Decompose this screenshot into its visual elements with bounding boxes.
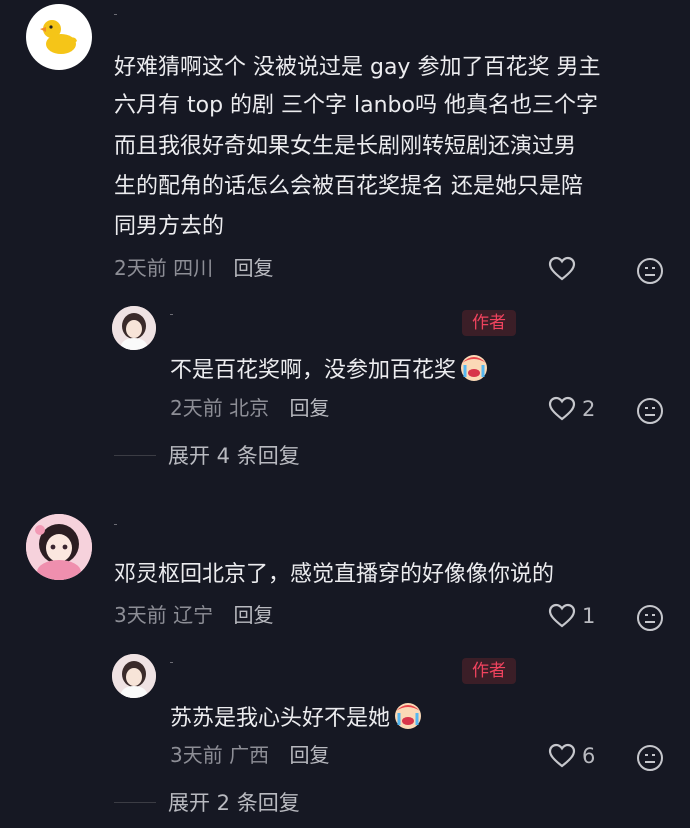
like-button[interactable]: 2: [548, 396, 595, 422]
heart-icon: [548, 743, 576, 768]
expand-replies-label: 展开 4 条回复: [168, 444, 300, 468]
dislike-icon[interactable]: [636, 257, 664, 285]
comment-text-line: 邓灵枢回北京了，感觉直播穿的好像像你说的: [114, 562, 555, 587]
heart-icon: [548, 396, 576, 421]
dislike-icon[interactable]: [636, 604, 664, 632]
comment-text-line: 同男方去的: [114, 214, 225, 239]
anime-girl-icon: [26, 514, 92, 580]
expand-replies-button[interactable]: 展开 2 条回复: [114, 787, 300, 817]
like-count: 2: [582, 397, 596, 421]
expand-line: [114, 801, 156, 803]
like-count: 6: [582, 744, 596, 768]
reply-meta: 3天前 广西 回复: [170, 741, 329, 769]
like-button[interactable]: 6: [548, 743, 595, 769]
girl-avatar-icon: [112, 654, 156, 698]
heart-icon: [548, 603, 576, 628]
avatar[interactable]: [26, 514, 92, 580]
comment-text-line: 好难猜啊这个 没被说过是 gay 参加了百花奖 男主: [114, 55, 601, 80]
expand-replies-label: 展开 2 条回复: [168, 791, 300, 815]
heart-icon: [548, 256, 576, 281]
divider-dot: [114, 524, 117, 525]
comment-location: 四川: [173, 256, 214, 280]
reply-text: 苏苏是我心头好不是她: [170, 699, 424, 735]
divider-dot: [170, 314, 173, 315]
crying-face-icon: [461, 355, 488, 381]
comment-meta: 2天前 四川 回复: [114, 254, 273, 282]
expand-replies-button[interactable]: 展开 4 条回复: [114, 440, 300, 470]
comment-time: 3天前: [114, 603, 167, 627]
divider-dot: [170, 662, 173, 663]
reply-location: 北京: [229, 396, 270, 420]
divider-dot: [114, 14, 117, 15]
reply-meta: 2天前 北京 回复: [170, 394, 329, 422]
like-button[interactable]: 1: [548, 603, 595, 629]
reply-button[interactable]: 回复: [233, 256, 273, 280]
reply-location: 广西: [229, 743, 270, 767]
dislike-icon[interactable]: [636, 397, 664, 425]
comment-text-line: 生的配角的话怎么会被百花奖提名 还是她只是陪: [114, 174, 583, 199]
reply-text: 不是百花奖啊，没参加百花奖: [170, 351, 490, 387]
reply-button[interactable]: 回复: [289, 396, 329, 420]
author-tag: 作者: [462, 310, 516, 336]
comment-time: 2天前: [114, 256, 167, 280]
avatar[interactable]: [112, 654, 156, 698]
author-tag: 作者: [462, 658, 516, 684]
like-button[interactable]: [548, 256, 582, 282]
comment-text-line: 六月有 top 的剧 三个字 lanbo吗 他真名也三个字: [114, 93, 598, 118]
reply-time: 3天前: [170, 743, 223, 767]
comment-location: 辽宁: [173, 603, 214, 627]
comment-text-line: 而且我很好奇如果女生是长剧刚转短剧还演过男: [114, 134, 577, 159]
reply-button[interactable]: 回复: [289, 743, 329, 767]
comment-meta: 3天前 辽宁 回复: [114, 601, 273, 629]
avatar[interactable]: [112, 306, 156, 350]
like-count: 1: [582, 604, 596, 628]
expand-line: [114, 454, 156, 456]
reply-button[interactable]: 回复: [233, 603, 273, 627]
dislike-icon[interactable]: [636, 744, 664, 772]
avatar[interactable]: [26, 4, 92, 70]
reply-time: 2天前: [170, 396, 223, 420]
crying-face-icon: [395, 703, 422, 729]
duck-icon: [40, 20, 77, 54]
girl-avatar-icon: [112, 306, 156, 350]
